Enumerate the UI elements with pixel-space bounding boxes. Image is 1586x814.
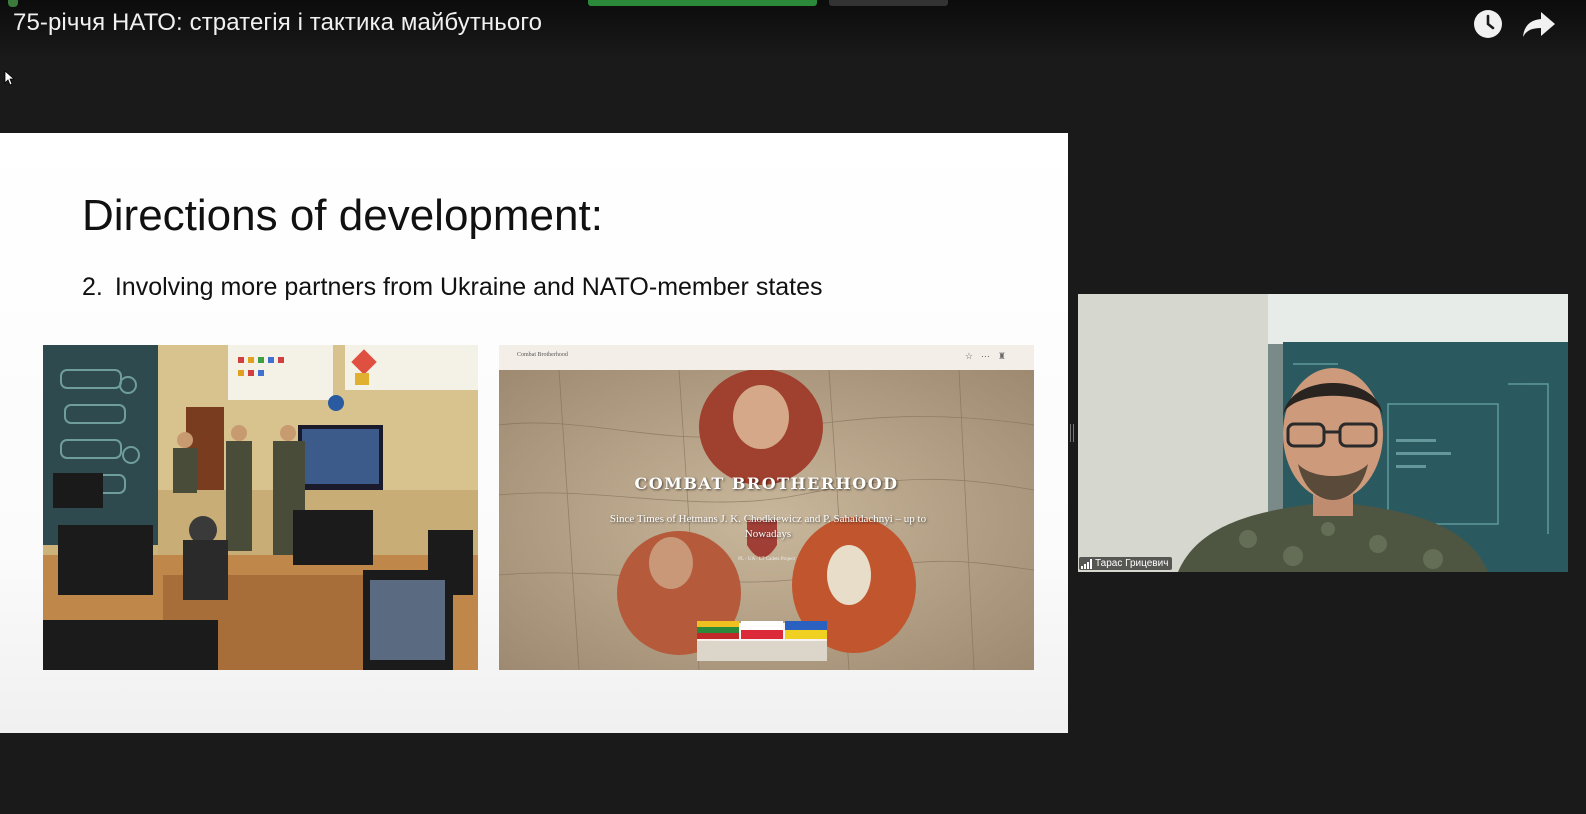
emblem-icon: ♜ xyxy=(997,351,1006,361)
star-icon: ☆ xyxy=(964,351,973,361)
bullet-number: 2. xyxy=(82,273,103,301)
website-screenshot: Combat Brotherhood ☆ ⋯ ♜ COMBAT BROTHERH… xyxy=(499,345,1034,670)
resize-handle[interactable] xyxy=(1070,424,1074,442)
screen-share-bar xyxy=(588,0,948,6)
slide-title: Directions of development: xyxy=(82,191,603,240)
clock-icon xyxy=(1474,10,1502,38)
mouse-cursor-icon xyxy=(4,70,14,86)
participant-name-tag: Тарас Грицевич xyxy=(1079,557,1173,570)
shield-icon xyxy=(8,0,18,7)
participant-video: Тарас Грицевич xyxy=(1078,294,1568,572)
share-bar-secondary xyxy=(829,0,948,6)
participant-name: Тарас Грицевич xyxy=(1095,558,1169,569)
watch-later-button[interactable] xyxy=(1472,8,1504,40)
presentation-slide: Directions of development: 2. Involving m… xyxy=(0,133,1068,733)
signal-icon xyxy=(1081,558,1092,569)
classroom-photo xyxy=(43,345,478,670)
website-subtitle: Since Times of Hetmans J. K. Chodkiewicz… xyxy=(609,513,927,540)
website-name: Combat Brotherhood xyxy=(517,352,568,358)
share-button[interactable] xyxy=(1521,8,1557,40)
website-heading: COMBAT BROTHERHOOD xyxy=(634,474,899,493)
more-icon: ⋯ xyxy=(980,351,990,361)
share-icon xyxy=(1523,12,1555,37)
slide-bullet: 2. Involving more partners from Ukraine a… xyxy=(82,273,823,302)
website-project-line: PL - UA - LT Cadets Project xyxy=(738,557,795,562)
website-toolbar-icons: ☆ ⋯ ♜ xyxy=(965,351,1006,362)
share-bar-active xyxy=(588,0,818,6)
website-topbar: Combat Brotherhood ☆ ⋯ ♜ xyxy=(499,345,1034,370)
video-title[interactable]: 75-річчя НАТО: стратегія і тактика майбу… xyxy=(13,9,542,37)
bullet-text: Involving more partners from Ukraine and… xyxy=(114,273,823,301)
